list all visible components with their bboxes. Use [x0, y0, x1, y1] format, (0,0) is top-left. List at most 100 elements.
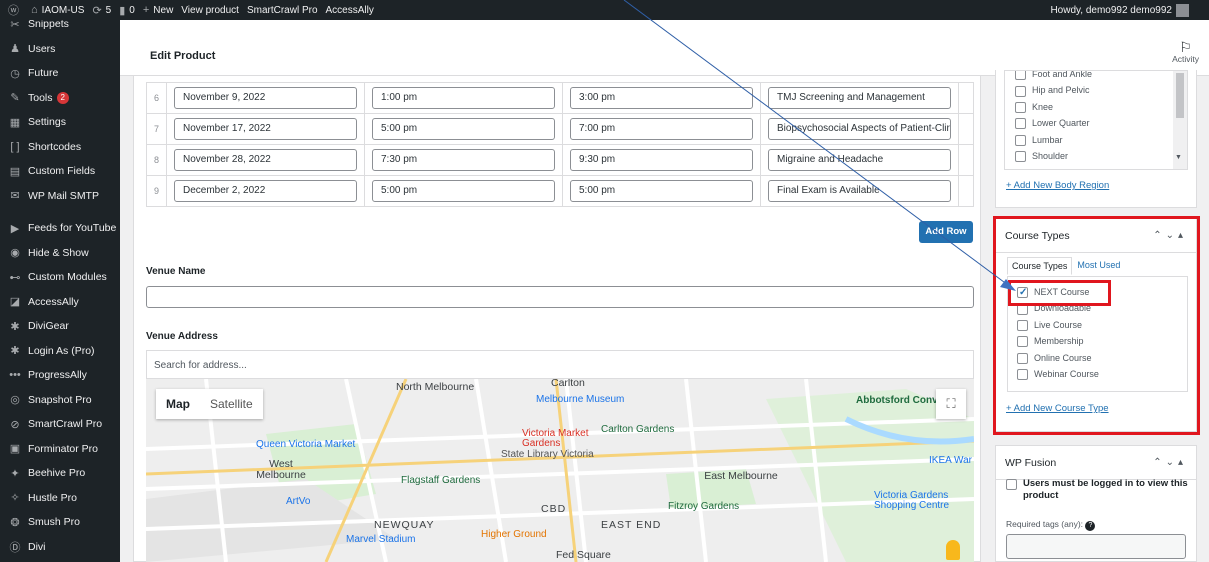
body-region-box: Foot and Ankle Hip and Pelvic Knee Lower Qu…	[995, 70, 1197, 208]
view-product-link[interactable]: View product	[181, 5, 239, 16]
venue-name-input[interactable]	[146, 286, 974, 308]
map-label-melbourne-museum: Melbourne Museum	[536, 394, 625, 405]
accessally-link[interactable]: AccessAlly	[326, 5, 374, 16]
end-time-input[interactable]: 3:00 pm	[570, 87, 753, 109]
date-input[interactable]: November 28, 2022	[174, 149, 357, 171]
account-menu[interactable]: Howdy, demo992 demo992	[1050, 4, 1189, 17]
help-icon[interactable]: ?	[1085, 521, 1096, 531]
checkbox[interactable]	[1015, 71, 1026, 81]
map-label-north-melbourne: North Melbourne	[396, 381, 475, 393]
sidebar-item-wp-mail-smtp[interactable]: ✉ WP Mail SMTP	[0, 184, 120, 209]
sidebar-item-hide-show[interactable]: ◉ Hide & Show	[0, 241, 120, 266]
map-label-victoria-gardens: Victoria Gardens Shopping Centre	[874, 490, 950, 511]
sidebar-item-future[interactable]: ◷ Future	[0, 61, 120, 86]
session-topic-input[interactable]: TMJ Screening and Management	[768, 87, 951, 109]
snapshot-icon: ◎	[10, 394, 20, 407]
venue-name-label: Venue Name	[146, 266, 206, 277]
smartcrawl-link[interactable]: SmartCrawl Pro	[247, 5, 318, 16]
page-title: Edit Product	[150, 50, 216, 62]
new-content-link[interactable]: + New	[143, 4, 173, 16]
start-time-input[interactable]: 5:00 pm	[372, 118, 555, 140]
sidebar-item-forminator-pro[interactable]: ▣ Forminator Pro	[0, 437, 120, 462]
sidebar-item-hustle-pro[interactable]: ✧ Hustle Pro	[0, 486, 120, 511]
forminator-icon: ▣	[9, 443, 21, 456]
start-time-input[interactable]: 7:30 pm	[372, 149, 555, 171]
sidebar-item-custom-fields[interactable]: ▤ Custom Fields	[0, 159, 120, 184]
body-region-option[interactable]: Lumbar	[1015, 132, 1092, 148]
end-time-input[interactable]: 9:30 pm	[570, 149, 753, 171]
sidebar-item-divi[interactable]: Ⓓ Divi	[0, 535, 120, 560]
smartcrawl-icon: ⊘	[10, 418, 20, 431]
sidebar-item-tools[interactable]: ✎ Tools 2	[0, 86, 120, 111]
settings-icon: ▦	[9, 116, 21, 129]
home-icon: ⌂	[31, 4, 38, 16]
street-view-pegman-icon[interactable]	[946, 540, 960, 560]
logged-in-option[interactable]: Users must be logged in to view this pro…	[1006, 478, 1190, 502]
end-time-input[interactable]: 7:00 pm	[570, 118, 753, 140]
map-type-satellite-button[interactable]: Satellite	[200, 389, 263, 419]
row-number: 7	[146, 113, 167, 145]
date-input[interactable]: November 9, 2022	[174, 87, 357, 109]
address-search-input[interactable]: Search for address...	[146, 350, 974, 379]
updates-link[interactable]: ⟳ 5	[92, 4, 111, 17]
sidebar-item-feeds-for-youtube[interactable]: ▶ Feeds for YouTube	[0, 216, 120, 241]
sidebar-item-custom-modules[interactable]: ⊷ Custom Modules	[0, 265, 120, 290]
highlight-box-next-course	[1008, 280, 1111, 306]
logged-in-checkbox[interactable]	[1006, 479, 1017, 490]
sidebar-item-smush-pro[interactable]: ❂ Smush Pro	[0, 510, 120, 535]
add-row-button[interactable]: Add Row	[919, 221, 973, 243]
scrollbar[interactable]: ▼	[1173, 71, 1187, 169]
map[interactable]: North Melbourne Carlton Melbourne Museum…	[146, 379, 974, 562]
refresh-icon: ⟳	[92, 4, 102, 17]
map-type-map-button[interactable]: Map	[156, 389, 200, 419]
sidebar-item-snippets[interactable]: ✂ Snippets	[0, 20, 120, 37]
session-topic-input[interactable]: Final Exam is Available	[768, 180, 951, 202]
session-topic-input[interactable]: Migraine and Headache	[768, 149, 951, 171]
body-region-option[interactable]: Hip and Pelvic	[1015, 82, 1092, 98]
map-label-marvel-stadium: Marvel Stadium	[346, 534, 416, 545]
checkbox[interactable]	[1015, 85, 1026, 97]
checkbox[interactable]	[1015, 101, 1026, 113]
body-region-option[interactable]: Knee	[1015, 99, 1092, 115]
body-region-list[interactable]: Foot and Ankle Hip and Pelvic Knee Lower Qu…	[1004, 70, 1188, 170]
scissors-icon: ✂	[10, 20, 20, 31]
add-body-region-link[interactable]: + Add New Body Region	[1006, 180, 1109, 191]
sidebar-item-smartcrawl-pro[interactable]: ⊘ SmartCrawl Pro	[0, 412, 120, 437]
sidebar-item-divigear[interactable]: ✱ DiviGear	[0, 314, 120, 339]
start-time-input[interactable]: 1:00 pm	[372, 87, 555, 109]
custom-fields-icon: ▤	[9, 165, 21, 178]
fullscreen-button[interactable]: ⛶	[936, 389, 966, 419]
sidebar-item-label: Snapshot Pro	[28, 393, 92, 406]
date-input[interactable]: December 2, 2022	[174, 180, 357, 202]
sidebar-item-shortcodes[interactable]: [ ] Shortcodes	[0, 135, 120, 160]
box-controls[interactable]: ⌃⌄▴	[1153, 457, 1187, 468]
sidebar-item-label: Custom Modules	[28, 271, 107, 284]
checkbox[interactable]	[1015, 151, 1026, 163]
sidebar-item-label: Snippets	[28, 20, 69, 31]
comments-link[interactable]: ▮ 0	[119, 4, 135, 17]
site-name-link[interactable]: ⌂ IAOM-US	[31, 4, 84, 16]
body-region-option[interactable]: Shoulder	[1015, 148, 1092, 164]
date-input[interactable]: November 17, 2022	[174, 118, 357, 140]
sidebar-item-login-as-pro[interactable]: ✱ Login As (Pro)	[0, 339, 120, 364]
session-topic-input[interactable]: Biopsychosocial Aspects of Patient-Clir	[768, 118, 951, 140]
checkbox[interactable]	[1015, 118, 1026, 130]
admin-sidebar: ✂ Snippets ♟ Users ◷ Future ✎ Tools 2 ▦ Settings [ …	[0, 20, 120, 562]
map-label-carlton-gardens: Carlton Gardens	[601, 424, 675, 435]
sidebar-item-progressally[interactable]: ••• ProgressAlly	[0, 363, 120, 388]
sidebar-item-settings[interactable]: ▦ Settings	[0, 110, 120, 135]
wordpress-logo-icon[interactable]: ⓦ	[8, 2, 23, 18]
sidebar-item-snapshot-pro[interactable]: ◎ Snapshot Pro	[0, 388, 120, 413]
sidebar-item-beehive-pro[interactable]: ✦ Beehive Pro	[0, 461, 120, 486]
wp-fusion-box: WP Fusion ⌃⌄▴ Users must be logged in to…	[995, 445, 1197, 562]
checkbox[interactable]	[1015, 134, 1026, 146]
end-time-input[interactable]: 5:00 pm	[570, 180, 753, 202]
body-region-option[interactable]: Lower Quarter	[1015, 115, 1092, 131]
required-tags-select[interactable]	[1006, 534, 1186, 559]
body-region-option[interactable]: Foot and Ankle	[1015, 71, 1092, 82]
avatar	[1176, 4, 1189, 17]
activity-button[interactable]: ⚐ Activity	[1172, 40, 1199, 64]
sidebar-item-accessally[interactable]: ◪ AccessAlly	[0, 290, 120, 315]
start-time-input[interactable]: 5:00 pm	[372, 180, 555, 202]
sidebar-item-users[interactable]: ♟ Users	[0, 37, 120, 62]
